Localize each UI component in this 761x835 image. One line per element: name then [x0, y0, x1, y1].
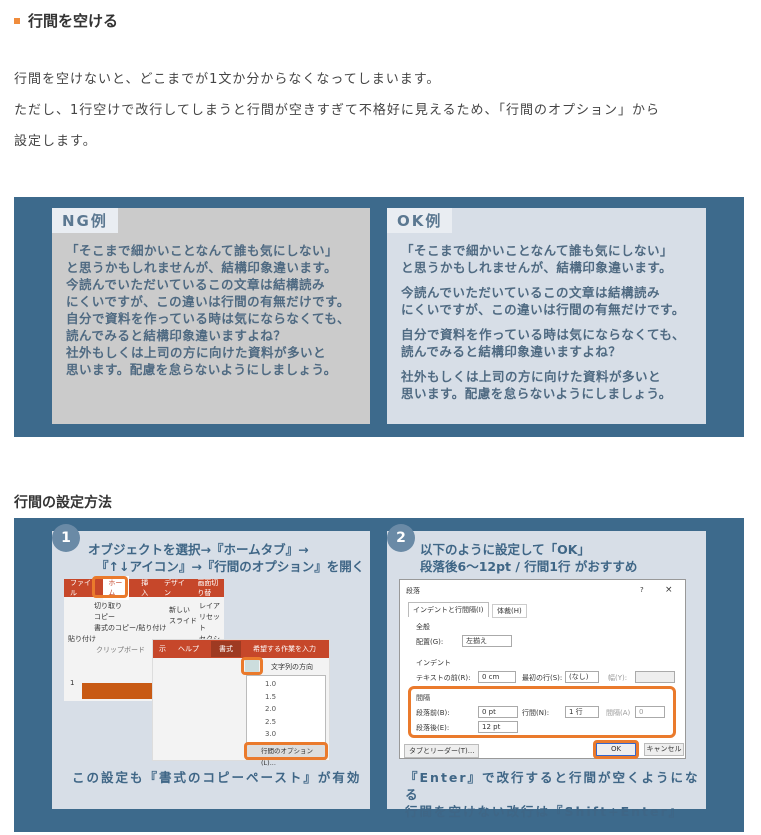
- width-input[interactable]: [635, 671, 675, 683]
- format-ribbon-tabs: 示ヘルプ 書式 希望する作業を入力: [153, 640, 329, 658]
- before-text-input[interactable]: 0 cm: [478, 671, 516, 683]
- method-banner: オブジェクトを選択→『ホームタブ』→ 『↑↓アイコン』→『行間のオプション』を開く…: [14, 518, 744, 832]
- step1-number: 1: [52, 524, 80, 552]
- before-text-label: テキストの前(R):: [416, 674, 471, 682]
- slide-group: 新しい スライド: [169, 606, 197, 625]
- ng-tag: NG例: [52, 208, 118, 233]
- ok-text: 「そこまで細かいことなんて誰も気にしない」 と思うかもしれませんが、結構印象違いま…: [401, 243, 686, 401]
- paragraph-2: ただし、1行空けで改行してしまうと行間が空きすぎて不格好に見えるため、「行間のオ…: [14, 103, 660, 118]
- method-heading: 行間の設定方法: [14, 495, 112, 511]
- paragraph-dialog: 段落 ? × インデントと行間隔(I) 体裁(H) 全般 配置(G): 左揃え …: [399, 579, 686, 759]
- spacing-option[interactable]: 2.0: [265, 703, 325, 716]
- options-highlight: [244, 742, 328, 760]
- spacing-option[interactable]: 1.5: [265, 691, 325, 704]
- spacing-option[interactable]: 2.5: [265, 716, 325, 729]
- dialog-title: 段落: [406, 587, 420, 595]
- align-label: 配置(G):: [416, 638, 444, 646]
- section-heading: 行間を空ける: [14, 10, 118, 31]
- general-label: 全般: [416, 623, 430, 631]
- paragraph-1: 行間を空けないと、どこまでが1文か分からなくなってしまいます。: [14, 72, 441, 87]
- line-spacing-highlight: [241, 657, 263, 675]
- first-line-select[interactable]: (なし): [565, 671, 599, 683]
- text-direction-button[interactable]: 文字列の方向: [271, 662, 313, 672]
- align-select[interactable]: 左揃え: [462, 635, 512, 647]
- ok-tag: OK例: [387, 208, 453, 233]
- ng-example-panel: NG例 「そこまで細かいことなんて誰も気にしない」 と思うかもしれませんが、結構印…: [52, 208, 370, 424]
- help-button[interactable]: ?: [640, 586, 644, 594]
- step2-panel: 以下のように設定して「OK」 段落後6〜12pt / 行間1行 がおすすめ 段落 …: [387, 531, 706, 819]
- tabs-button[interactable]: タブとリーダー(T)...: [404, 744, 480, 758]
- spacing-highlight: [408, 686, 676, 738]
- indent-label: インデント: [416, 659, 451, 667]
- width-label: 幅(Y):: [608, 674, 628, 682]
- first-line-label: 最初の行(S):: [522, 674, 563, 682]
- step1-caption: この設定も『書式のコピーペースト』が有効: [72, 770, 362, 785]
- ok-highlight: [593, 740, 639, 759]
- ok-example-panel: OK例 「そこまで細かいことなんて誰も気にしない」 と思うかもしれませんが、結構印…: [387, 208, 706, 424]
- ng-text: 「そこまで細かいことなんて誰も気にしない」 と思うかもしれませんが、結構印象違いま…: [66, 243, 351, 377]
- ribbon-tabs: ファイル ホーム 挿入 デザイン 画面切り替: [64, 576, 224, 600]
- step2-caption: 『Enter』で改行すると行間が空くようになる 行間を空けない改行は『Shift+…: [405, 770, 700, 819]
- slide-number: 1: [70, 679, 75, 687]
- spacing-option[interactable]: 3.0: [265, 728, 325, 741]
- example-banner: NG例 「そこまで細かいことなんて誰も気にしない」 と思うかもしれませんが、結構印…: [14, 197, 744, 437]
- spacing-option[interactable]: 1.0: [265, 678, 325, 691]
- format-ribbon-screenshot: 示ヘルプ 書式 希望する作業を入力 文字列の方向 1.0 1.5 2.0 2.5 3.0 行…: [152, 639, 330, 767]
- close-button[interactable]: ×: [665, 585, 673, 595]
- step1-title: オブジェクトを選択→『ホームタブ』→ 『↑↓アイコン』→『行間のオプション』を開く: [88, 542, 365, 574]
- heading-text: 行間を空ける: [28, 12, 119, 30]
- step2-number: 2: [387, 524, 415, 552]
- cancel-button[interactable]: キャンセル: [644, 743, 684, 756]
- paragraph-3: 設定します。: [14, 134, 97, 149]
- step2-title: 以下のように設定して「OK」 段落後6〜12pt / 行間1行 がおすすめ: [420, 542, 638, 574]
- tab-layout[interactable]: 体裁(H): [492, 604, 527, 618]
- step1-panel: オブジェクトを選択→『ホームタブ』→ 『↑↓アイコン』→『行間のオプション』を開く…: [52, 531, 370, 809]
- home-tab-highlight: [92, 576, 128, 598]
- bullet-square-icon: [14, 17, 20, 24]
- tab-indent[interactable]: インデントと行間隔(I): [408, 602, 489, 617]
